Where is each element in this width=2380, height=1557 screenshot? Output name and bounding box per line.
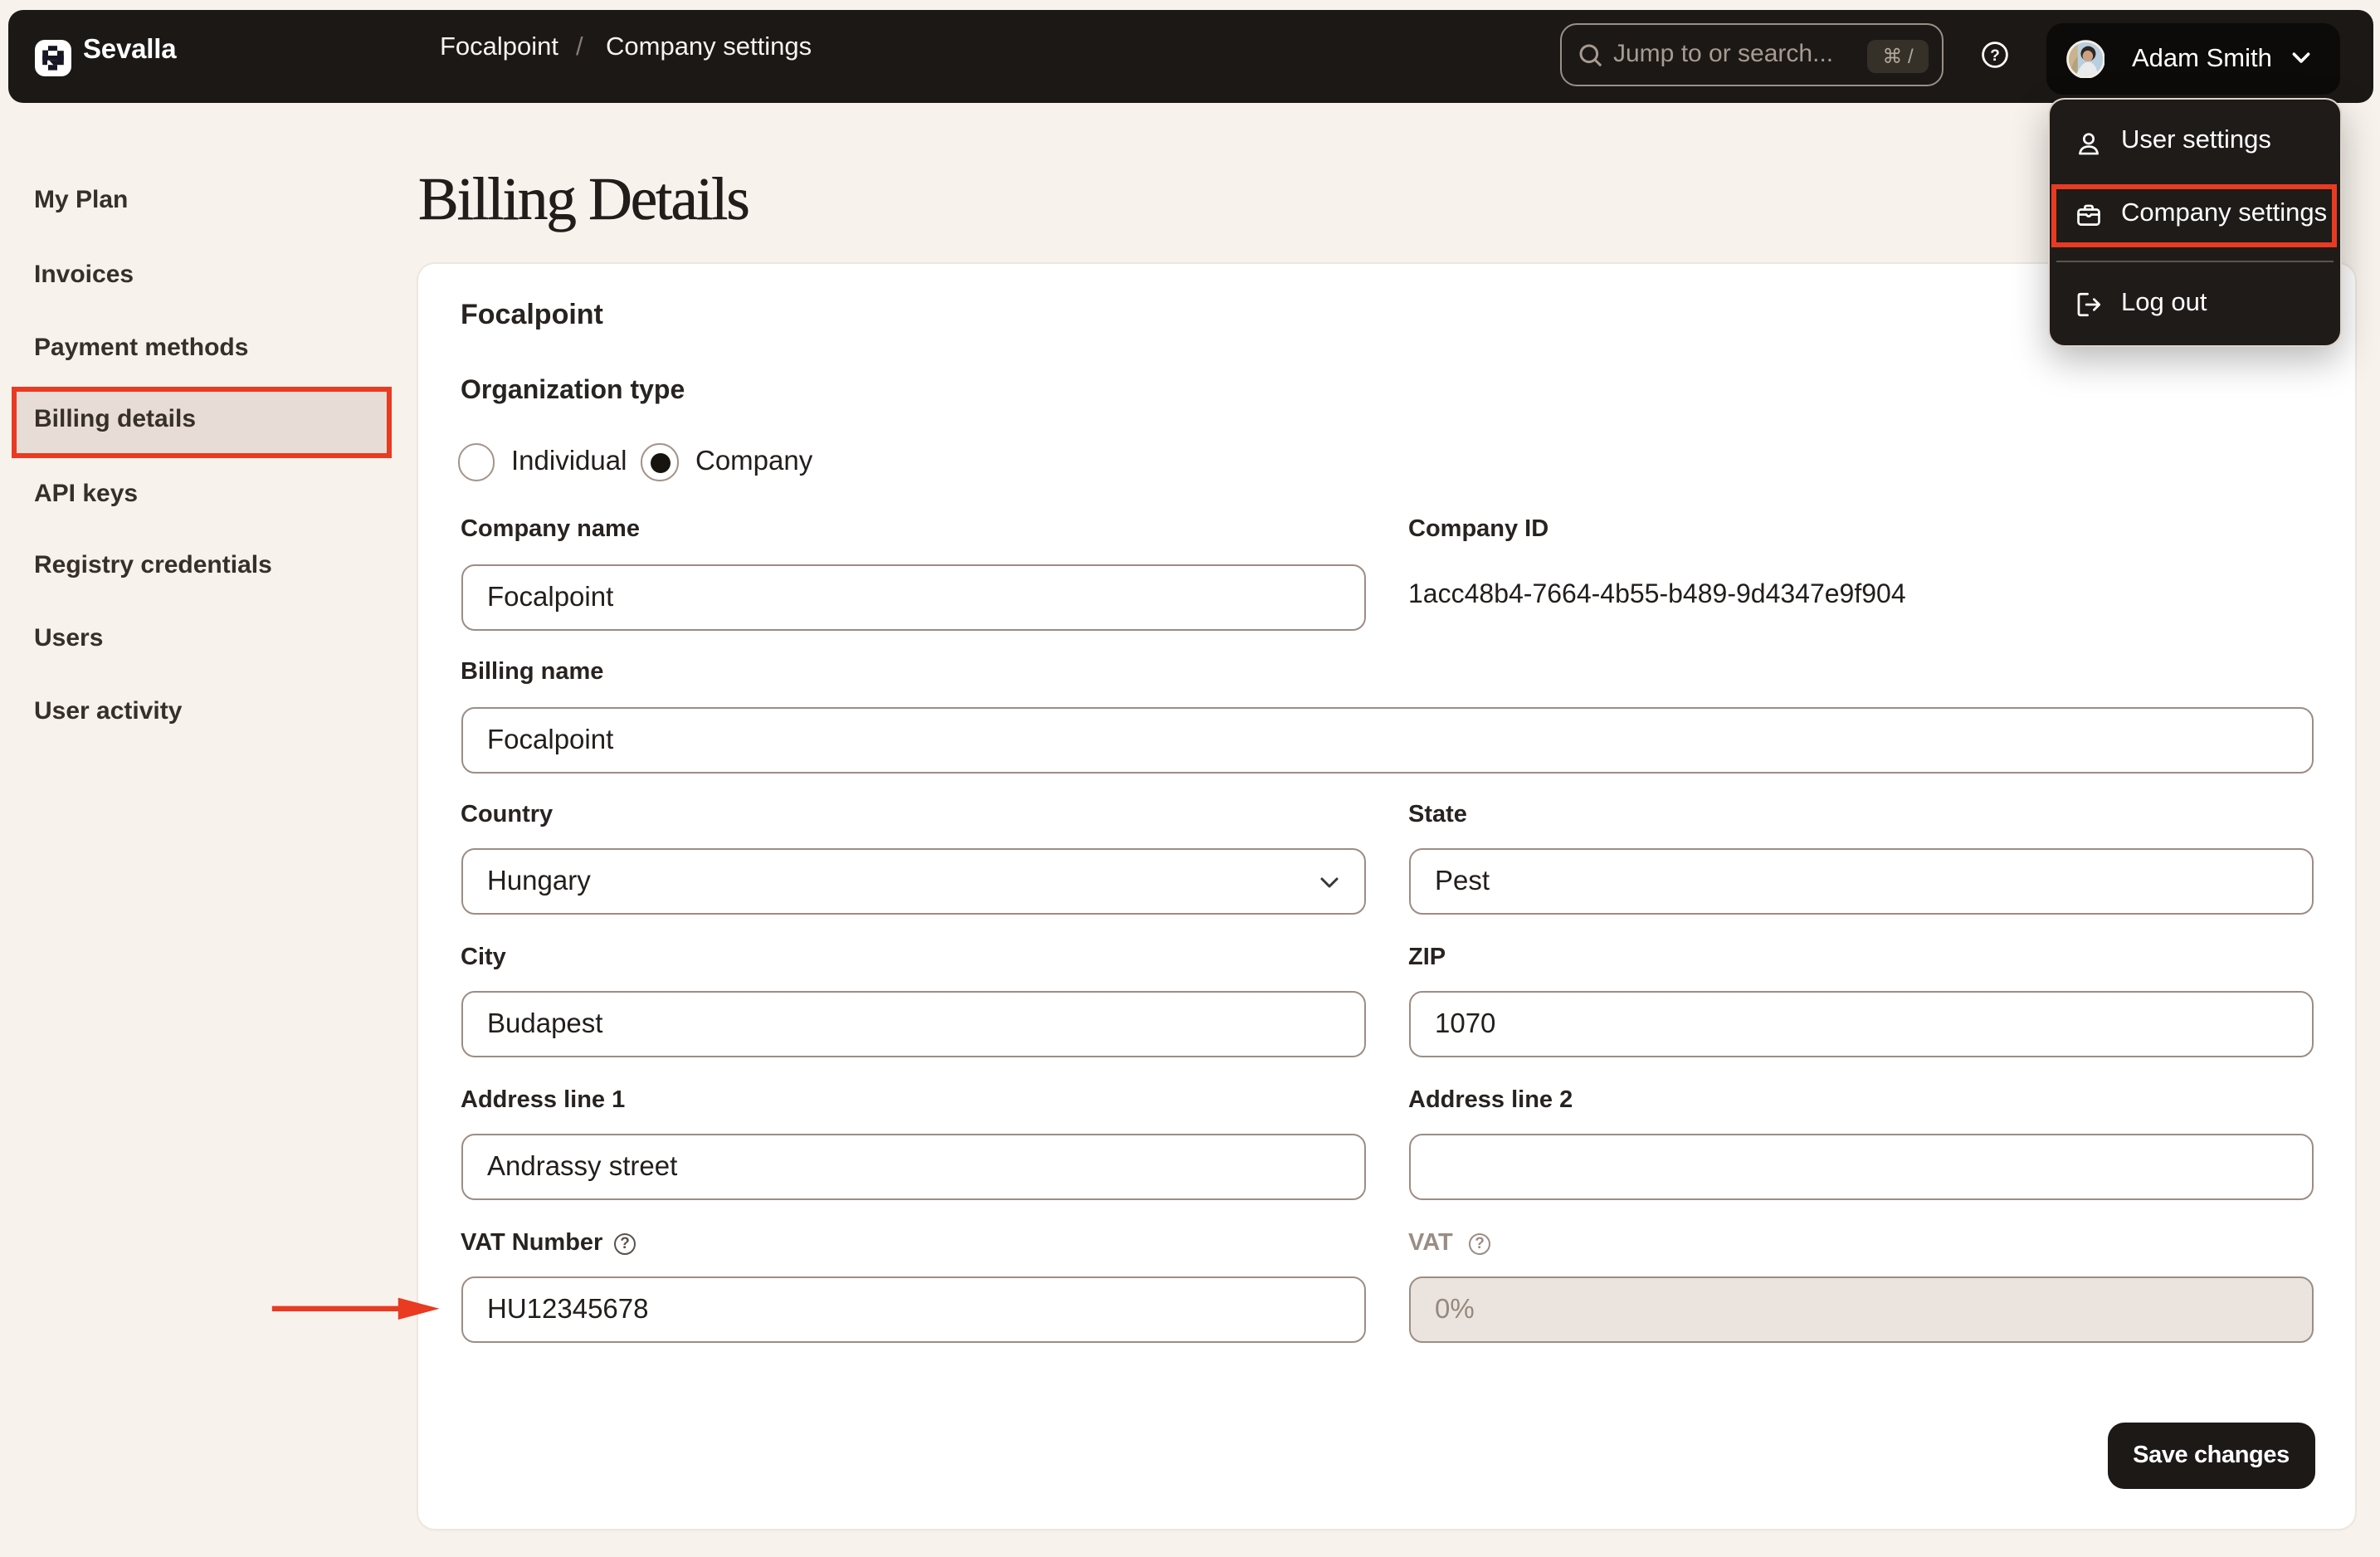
svg-text:?: ? bbox=[1990, 47, 2000, 65]
